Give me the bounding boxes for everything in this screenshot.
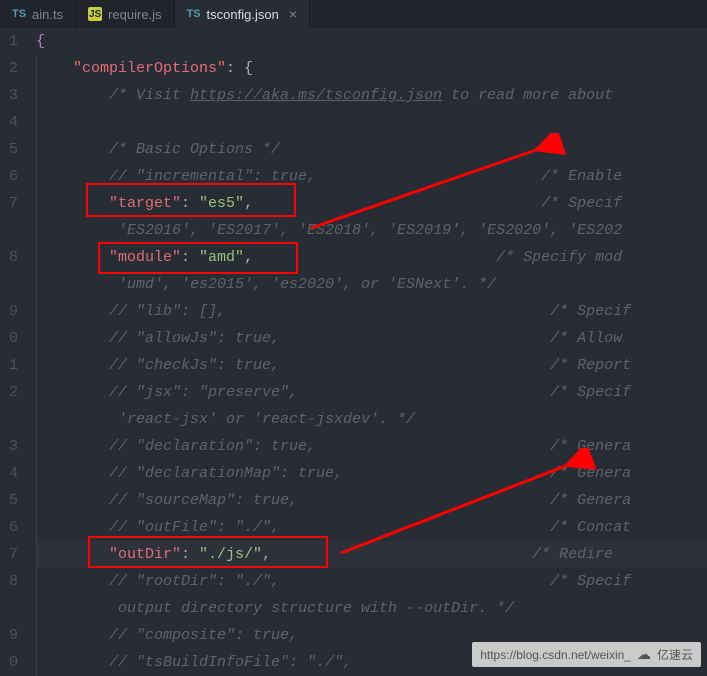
value-target: "es5": [199, 195, 244, 212]
tab-tsconfig-json[interactable]: TS tsconfig.json ×: [175, 0, 310, 28]
brace-open: {: [36, 33, 45, 50]
comment: output directory structure with --outDir…: [37, 600, 514, 617]
key-outDir: "outDir": [109, 546, 181, 563]
watermark: https://blog.csdn.net/weixin_ ☁ 亿速云: [472, 642, 701, 667]
close-icon[interactable]: ×: [289, 6, 297, 22]
editor-area[interactable]: 1 2 3 4 5 6 7 8 9 0 1 2 3 4 5 6 7 8 9 0 …: [0, 28, 707, 673]
tab-ain-ts[interactable]: TS ain.ts: [0, 0, 76, 28]
comment: /* Basic Options */: [37, 141, 280, 158]
cloud-icon: ☁: [637, 646, 651, 663]
comment: // "checkJs": true, /* Report: [37, 357, 631, 374]
tab-require-js[interactable]: JS require.js: [76, 0, 174, 28]
comment: // "allowJs": true, /* Allow: [37, 330, 631, 347]
tab-label: ain.ts: [32, 7, 63, 22]
editor-tabs: TS ain.ts JS require.js TS tsconfig.json…: [0, 0, 707, 28]
javascript-icon: JS: [88, 7, 102, 21]
key-compilerOptions: "compilerOptions": [73, 60, 226, 77]
comment: // "sourceMap": true, /* Genera: [37, 492, 631, 509]
tab-label: require.js: [108, 7, 161, 22]
comment: 'react-jsx' or 'react-jsxdev'. */: [37, 411, 415, 428]
typescript-icon: TS: [187, 7, 201, 21]
comment: 'ES2016', 'ES2017', 'ES2018', 'ES2019', …: [37, 222, 622, 239]
value-outDir: "./js/": [199, 546, 262, 563]
comment: // "incremental": true, /* Enable: [37, 168, 622, 185]
comment: // "declarationMap": true, /* Genera: [37, 465, 631, 482]
key-target: "target": [109, 195, 181, 212]
typescript-icon: TS: [12, 7, 26, 21]
tab-label: tsconfig.json: [207, 7, 279, 22]
comment: /* Visit https://aka.ms/tsconfig.json to…: [37, 87, 622, 104]
comment: // "rootDir": "./", /* Specif: [37, 573, 631, 590]
line-number-gutter: 1 2 3 4 5 6 7 8 9 0 1 2 3 4 5 6 7 8 9 0: [0, 28, 26, 673]
comment: 'umd', 'es2015', 'es2020', or 'ESNext'. …: [37, 276, 496, 293]
comment: // "declaration": true, /* Genera: [37, 438, 631, 455]
comment: // "jsx": "preserve", /* Specif: [37, 384, 631, 401]
watermark-url: https://blog.csdn.net/weixin_: [480, 648, 631, 662]
comment: // "outFile": "./", /* Concat: [37, 519, 631, 536]
watermark-brand: 亿速云: [657, 646, 693, 663]
value-module: "amd": [199, 249, 244, 266]
comment: // "lib": [], /* Specif: [37, 303, 631, 320]
key-module: "module": [109, 249, 181, 266]
code-content[interactable]: { "compilerOptions": { /* Visit https://…: [26, 28, 707, 673]
